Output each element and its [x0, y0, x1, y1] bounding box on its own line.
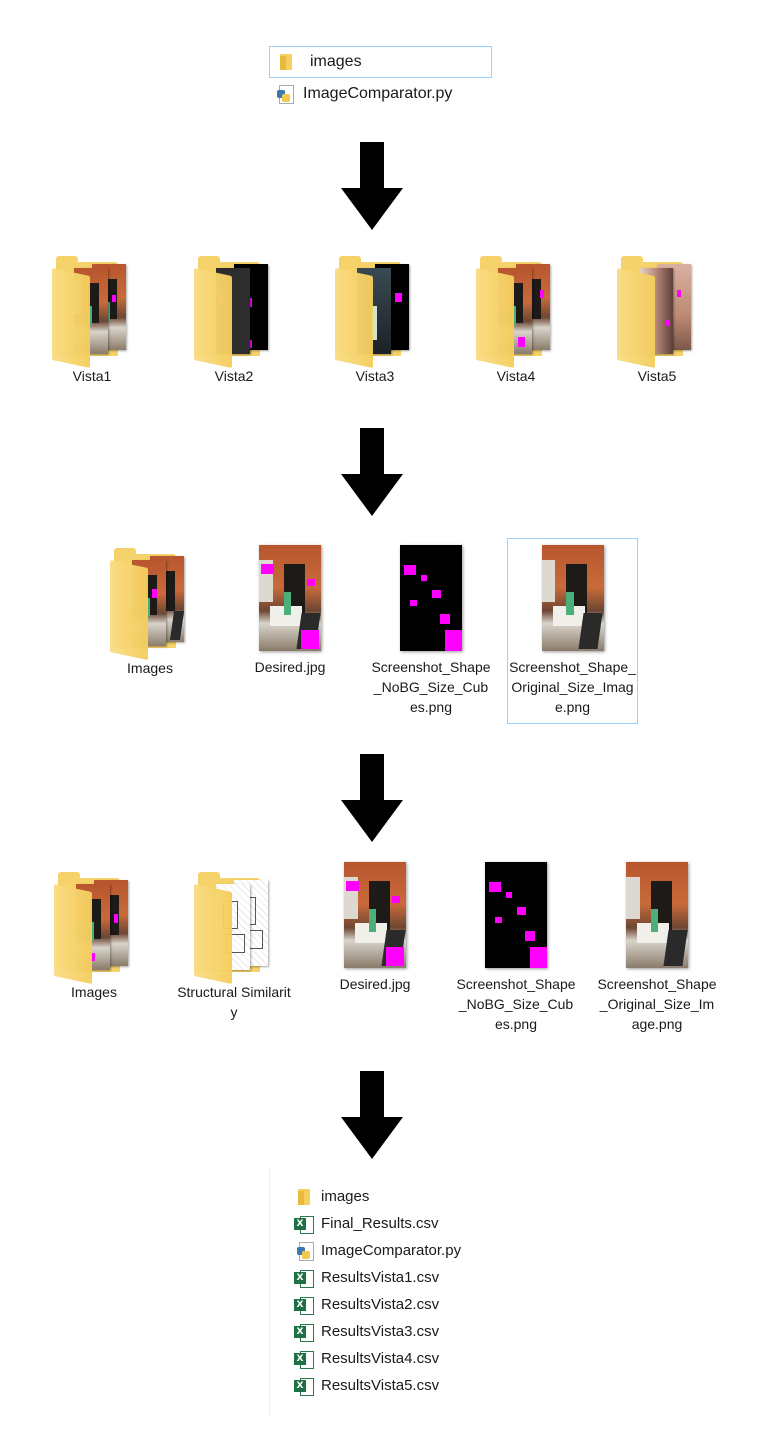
python-file-icon [277, 85, 294, 104]
folder-vista4[interactable]: Vista4 [456, 256, 576, 386]
folder-icon [617, 256, 697, 369]
file-desired-jpg[interactable]: Desired.jpg [230, 545, 350, 677]
tile-label: Screenshot_Shape_Original_Size_Image.png [597, 976, 717, 1032]
folder-label: Vista2 [214, 368, 254, 384]
list-item-resultsvista3[interactable]: X ResultsVista3.csv [294, 1318, 439, 1345]
excel-csv-icon: X [294, 1215, 314, 1234]
list-item-label: ResultsVista2.csv [321, 1296, 440, 1313]
folder-images[interactable]: Images [34, 872, 154, 1002]
folder-vista1[interactable]: Vista1 [32, 256, 152, 386]
tile-label: Structural Similarity [177, 984, 291, 1020]
file-cubes-png[interactable]: Screenshot_Shape_NoBG_Size_Cubes.png [371, 545, 491, 717]
folder-label: Vista1 [72, 368, 112, 384]
list-item-label: ResultsVista3.csv [321, 1323, 440, 1340]
list-item-imagecomparator[interactable]: ImageComparator.py [269, 80, 490, 108]
folder-icon [280, 54, 292, 70]
image-thumbnail [541, 545, 604, 651]
folder-vista2[interactable]: Vista2 [174, 256, 294, 386]
list-item-label: ResultsVista5.csv [321, 1377, 440, 1394]
excel-csv-icon: X [294, 1296, 314, 1315]
folder-vista3[interactable]: Vista3 [315, 256, 435, 386]
folder-icon [54, 872, 134, 985]
image-thumbnail [400, 545, 462, 651]
list-item-resultsvista2[interactable]: X ResultsVista2.csv [294, 1291, 439, 1318]
tile-label: Desired.jpg [339, 976, 411, 992]
list-item-images-folder[interactable]: images [298, 1183, 369, 1210]
python-file-icon [297, 1241, 314, 1261]
folder-vista5[interactable]: Vista5 [597, 256, 717, 386]
down-arrow-icon [341, 1071, 403, 1159]
file-original-size-png[interactable]: Screenshot_Shape_Original_Size_Image.png [507, 538, 638, 724]
tile-label: Screenshot_Shape_Original_Size_Image.png [509, 659, 636, 715]
excel-csv-icon: X [294, 1377, 314, 1396]
folder-images[interactable]: Images [90, 548, 210, 678]
folder-icon [298, 1188, 310, 1205]
folder-icon [194, 256, 274, 369]
list-item-resultsvista1[interactable]: X ResultsVista1.csv [294, 1264, 439, 1291]
list-item-imagecomparator[interactable]: ImageComparator.py [297, 1237, 461, 1264]
list-item-images-folder[interactable]: images [269, 46, 492, 78]
file-original-size-png[interactable]: Screenshot_Shape_Original_Size_Image.png [597, 862, 717, 1034]
folder-icon [52, 256, 132, 369]
tile-label: Screenshot_Shape_NoBG_Size_Cubes.png [456, 976, 576, 1032]
list-item-resultsvista5[interactable]: X ResultsVista5.csv [294, 1372, 439, 1399]
tile-label: Images [127, 660, 173, 676]
list-item-label: ResultsVista4.csv [321, 1350, 440, 1367]
excel-csv-icon: X [294, 1350, 314, 1369]
top-file-listing: images ImageComparator.py [269, 46, 493, 116]
down-arrow-icon [341, 754, 403, 842]
down-arrow-icon [341, 142, 403, 230]
image-thumbnail [344, 862, 406, 968]
image-thumbnail [259, 545, 321, 651]
tile-label: Images [71, 984, 117, 1000]
excel-csv-icon: X [294, 1269, 314, 1288]
list-item-final-results[interactable]: X Final_Results.csv [294, 1210, 439, 1237]
tile-label: Desired.jpg [254, 659, 326, 675]
list-item-label: ImageComparator.py [321, 1242, 462, 1259]
folder-icon [335, 256, 415, 369]
list-item-label: Final_Results.csv [321, 1215, 439, 1232]
excel-csv-icon: X [294, 1323, 314, 1342]
list-item-label: images [310, 53, 362, 70]
down-arrow-icon [341, 428, 403, 516]
folder-structural-similarity[interactable]: Structural Similarity [174, 872, 294, 1022]
folder-label: Vista5 [637, 368, 677, 384]
bottom-file-listing: images X Final_Results.csv ImageComparat… [269, 1168, 510, 1416]
folder-icon [110, 548, 190, 661]
folder-icon [476, 256, 556, 369]
list-item-label: ImageComparator.py [303, 85, 453, 102]
list-item-label: ResultsVista1.csv [321, 1269, 440, 1286]
list-item-label: images [321, 1188, 370, 1205]
folder-label: Vista3 [355, 368, 395, 384]
file-cubes-png[interactable]: Screenshot_Shape_NoBG_Size_Cubes.png [456, 862, 576, 1034]
folder-label: Vista4 [496, 368, 536, 384]
folder-icon [194, 872, 274, 985]
file-desired-jpg[interactable]: Desired.jpg [315, 862, 435, 994]
image-thumbnail [485, 862, 547, 968]
list-item-resultsvista4[interactable]: X ResultsVista4.csv [294, 1345, 439, 1372]
image-thumbnail [626, 862, 688, 968]
tile-label: Screenshot_Shape_NoBG_Size_Cubes.png [371, 659, 491, 715]
